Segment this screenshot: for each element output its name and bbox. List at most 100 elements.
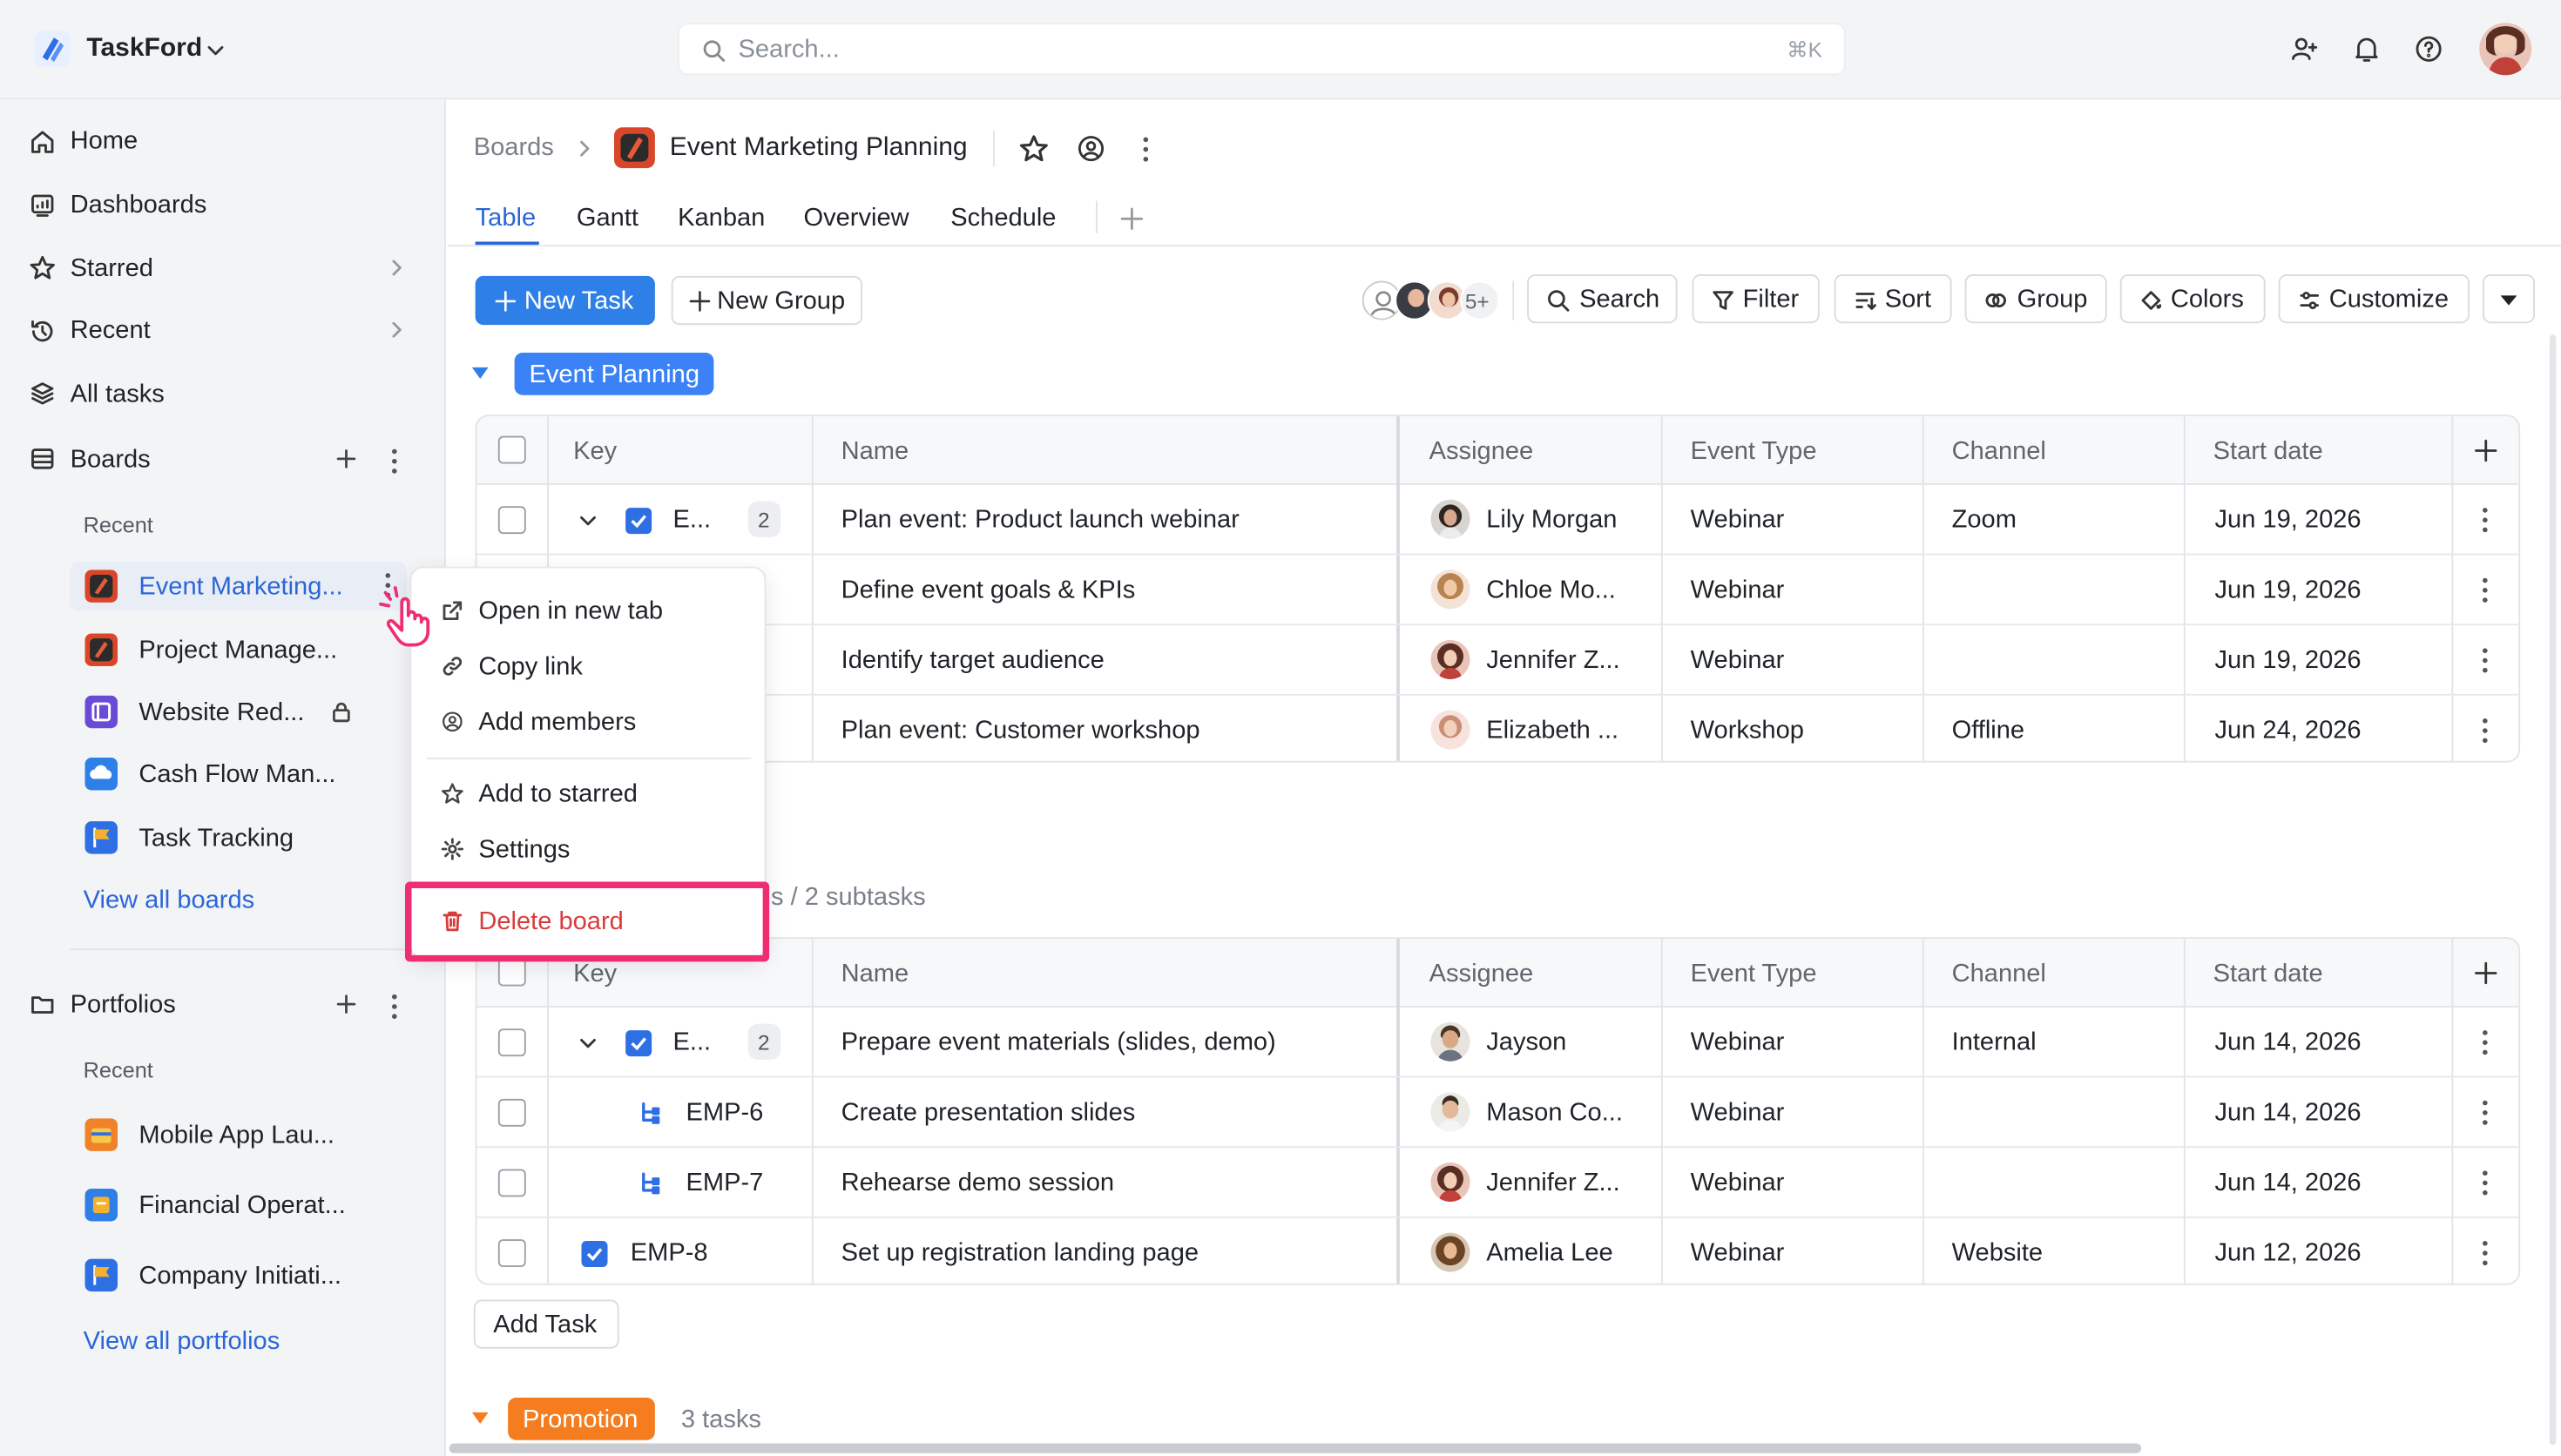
sidebar-section-portfolios[interactable]: Portfolios [17,983,425,1026]
event-type[interactable]: Webinar [1691,1030,1785,1055]
column-header-channel[interactable]: Channel [1952,439,2046,464]
subtask-count-badge[interactable]: 2 [747,1023,781,1060]
column-header-start-date[interactable]: Start date [2213,961,2323,987]
task-name[interactable]: Rehearse demo session [841,1170,1114,1196]
group-label-event-planning[interactable]: Event Planning [514,353,714,395]
menu-item-open-new-tab[interactable]: Open in new tab [425,588,755,634]
search-button[interactable]: Search [1527,274,1678,324]
tab-kanban[interactable]: Kanban [678,206,765,231]
sort-button[interactable]: Sort [1834,274,1952,324]
task-key[interactable]: E... [673,1030,712,1055]
row-checkbox[interactable] [497,1239,526,1267]
sidebar-item-all-tasks[interactable]: All tasks [17,373,425,415]
tab-overview[interactable]: Overview [804,206,909,231]
column-header-assignee[interactable]: Assignee [1429,439,1534,464]
task-name[interactable]: Define event goals & KPIs [841,578,1136,603]
table-row[interactable]: Plan event: Customer workshop Elizabeth … [477,696,2519,761]
column-header-start-date[interactable]: Start date [2213,439,2323,464]
table-row[interactable]: E... 2 Prepare event materials (slides, … [476,1008,2519,1078]
table-row[interactable]: E... 2 Plan event: Product launch webina… [476,485,2519,556]
table-row[interactable]: Define event goals & KPIs Chloe Mo... We… [476,556,2519,626]
assignee-name[interactable]: Jennifer Z... [1486,648,1619,673]
start-date[interactable]: Jun 14, 2026 [2215,1030,2362,1055]
task-name[interactable]: Plan event: Product launch webinar [841,508,1240,533]
row-more-icon[interactable] [2483,648,2490,677]
event-type[interactable]: Webinar [1691,1101,1785,1126]
channel[interactable]: Offline [1952,718,2024,744]
add-column-icon[interactable] [2475,439,2497,462]
column-header-event-type[interactable]: Event Type [1691,961,1817,987]
sidebar-portfolio-company[interactable]: Company Initiati... [71,1250,407,1299]
sidebar-item-home[interactable]: Home [17,121,425,164]
add-user-icon[interactable] [2290,34,2320,64]
user-avatar[interactable] [2479,23,2532,76]
vertical-scrollbar[interactable] [2549,334,2557,1446]
row-checkbox[interactable] [497,1028,526,1057]
search-box[interactable]: Search... ⌘K [678,23,1846,76]
sidebar-board-website-red[interactable]: Website Red... [71,687,407,736]
board-more-icon[interactable] [1143,137,1151,167]
event-type[interactable]: Webinar [1691,1241,1785,1266]
channel[interactable]: Internal [1952,1030,2037,1055]
row-more-icon[interactable] [2483,577,2490,608]
group-label-promotion[interactable]: Promotion [508,1398,655,1440]
start-date[interactable]: Jun 14, 2026 [2215,1101,2362,1126]
group-button[interactable]: Group [1964,274,2107,324]
notification-bell-icon[interactable] [2352,34,2382,64]
row-more-icon[interactable] [2483,1030,2490,1060]
table-row[interactable]: Identify target audience Jennifer Z... W… [476,625,2519,696]
app-logo[interactable] [33,30,72,69]
row-checkbox[interactable] [497,506,526,535]
assignee-name[interactable]: Mason Co... [1486,1101,1623,1126]
menu-item-settings[interactable]: Settings [425,826,755,873]
assignee-name[interactable]: Jayson [1486,1030,1566,1055]
sidebar-item-recent[interactable]: Recent [17,308,425,351]
sidebar-section-boards[interactable]: Boards [17,438,425,481]
task-name[interactable]: Create presentation slides [841,1101,1136,1126]
portfolios-more-icon[interactable] [392,994,399,1024]
select-all-checkbox[interactable] [497,958,526,987]
event-type[interactable]: Webinar [1691,578,1785,603]
table-row[interactable]: EMP-8 Set up registration landing page A… [477,1218,2519,1284]
sidebar-board-task-tracking[interactable]: Task Tracking [71,813,407,862]
start-date[interactable]: Jun 24, 2026 [2215,718,2362,744]
event-type[interactable]: Webinar [1691,508,1785,533]
row-checkbox[interactable] [497,1169,526,1197]
task-key[interactable]: E... [673,508,712,533]
table-row[interactable]: EMP-6 Create presentation slides Mason C… [476,1078,2519,1149]
boards-more-icon[interactable] [392,448,399,479]
new-task-button[interactable]: New Task [475,275,655,326]
assignee-name[interactable]: Jennifer Z... [1486,1170,1619,1196]
tab-schedule[interactable]: Schedule [950,206,1056,231]
tab-table[interactable]: Table [476,206,536,231]
sidebar-portfolio-financial[interactable]: Financial Operat... [71,1181,407,1230]
members-icon[interactable] [1077,134,1106,164]
row-more-icon[interactable] [2483,1241,2490,1271]
column-header-name[interactable]: Name [841,439,909,464]
row-more-icon[interactable] [2483,1100,2490,1130]
select-all-checkbox[interactable] [497,435,526,464]
app-name[interactable]: TaskFord [86,35,202,62]
help-icon[interactable] [2414,34,2443,64]
assignee-name[interactable]: Lily Morgan [1486,508,1617,533]
sidebar-portfolio-mobile-app[interactable]: Mobile App Lau... [71,1110,407,1159]
customize-button[interactable]: Customize [2278,274,2470,324]
task-key[interactable]: EMP-8 [631,1241,708,1266]
chevron-right-icon[interactable] [387,320,407,340]
event-type[interactable]: Webinar [1691,648,1785,673]
sidebar-board-event-marketing[interactable]: Event Marketing... [70,562,407,611]
group-collapse-icon[interactable] [470,366,490,381]
add-task-button[interactable]: Add Task [473,1299,619,1349]
add-view-icon[interactable] [1120,207,1144,230]
assignee-name[interactable]: Chloe Mo... [1486,578,1616,603]
table-row[interactable]: EMP-7 Rehearse demo session Jennifer Z..… [476,1148,2519,1218]
column-header-key[interactable]: Key [573,961,617,987]
menu-item-add-to-starred[interactable]: Add to starred [425,771,755,817]
view-all-portfolios-link[interactable]: View all portfolios [84,1329,280,1354]
breadcrumb-boards[interactable]: Boards [474,136,554,161]
row-more-icon[interactable] [2483,718,2490,748]
row-more-icon[interactable] [2483,508,2490,537]
row-more-icon[interactable] [2483,1170,2490,1200]
column-header-event-type[interactable]: Event Type [1691,439,1817,464]
chevron-down-icon[interactable] [577,509,599,532]
